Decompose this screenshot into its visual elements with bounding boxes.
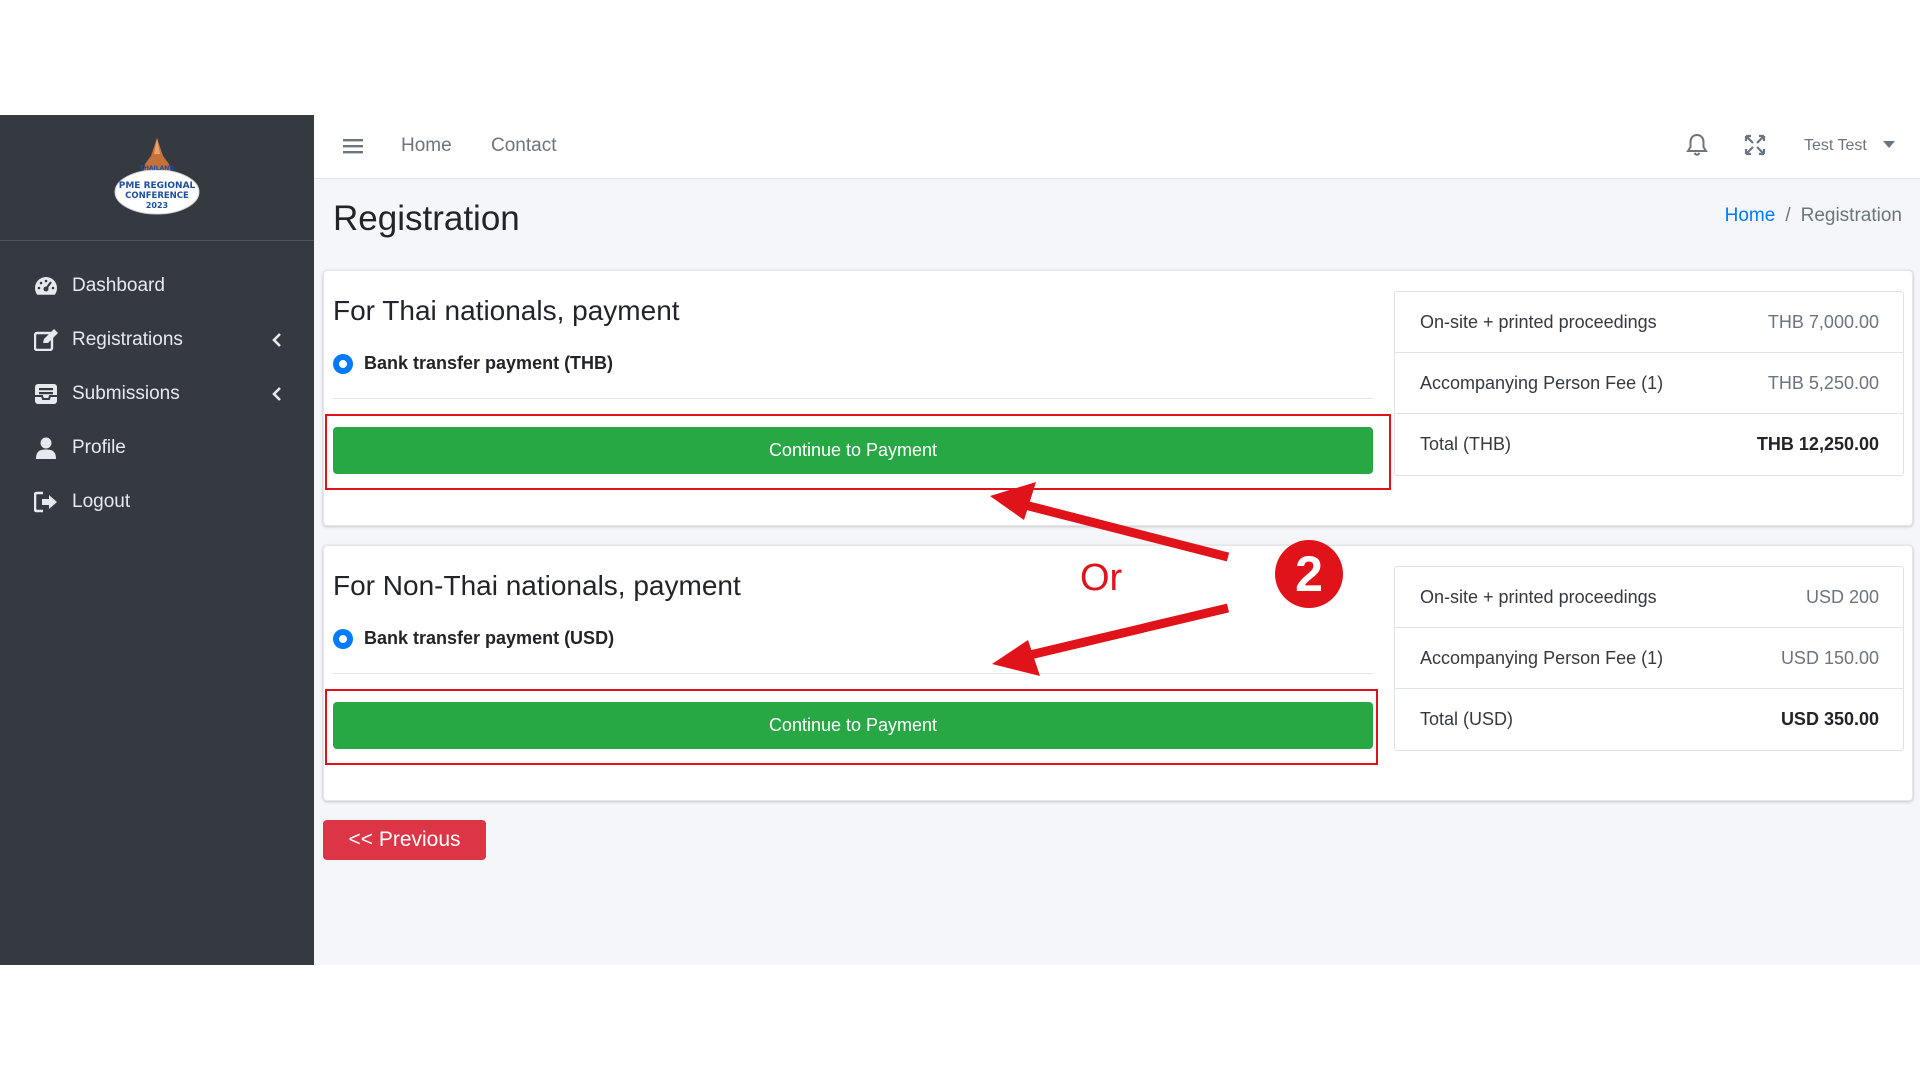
nonthai-card-title: For Non-Thai nationals, payment [333, 570, 741, 601]
inbox-icon [34, 382, 58, 406]
radio-selected-icon[interactable] [333, 353, 353, 374]
fullscreen-icon[interactable] [1744, 134, 1766, 156]
fee-label: Total (THB) [1420, 434, 1512, 454]
thai-payment-card: For Thai nationals, payment Bank transfe… [323, 270, 1913, 526]
fee-amount: USD 200 [1805, 586, 1879, 607]
fee-total-amount: USD 350.00 [1780, 709, 1879, 729]
radio-label: Bank transfer payment (THB) [364, 353, 614, 373]
app-frame: THAILAND PME REGIONAL CONFERENCE 2023 Da… [0, 115, 1920, 965]
user-icon [34, 436, 58, 460]
fee-label: On-site + printed proceedings [1420, 311, 1657, 332]
top-navbar: Home Contact Test Test [314, 115, 1920, 179]
breadcrumb-separator: / [1785, 205, 1791, 226]
sidebar: THAILAND PME REGIONAL CONFERENCE 2023 Da… [0, 115, 314, 965]
radio-label: Bank transfer payment (USD) [364, 628, 615, 648]
radio-selected-icon[interactable] [333, 628, 353, 649]
fee-label: Accompanying Person Fee (1) [1420, 372, 1664, 393]
breadcrumb-home[interactable]: Home [1725, 205, 1776, 226]
thai-payment-options: For Thai nationals, payment Bank transfe… [333, 271, 1385, 525]
brand[interactable]: THAILAND PME REGIONAL CONFERENCE 2023 [0, 115, 314, 241]
fee-label: Accompanying Person Fee (1) [1420, 647, 1664, 668]
logo-text-country: THAILAND [140, 165, 174, 172]
fee-total-amount: THB 12,250.00 [1756, 434, 1879, 454]
fee-total-row: Total (USD) USD 350.00 [1395, 689, 1903, 750]
page-title: Registration [333, 199, 520, 238]
divider [333, 398, 1373, 399]
chevron-left-icon[interactable] [270, 331, 284, 349]
user-menu[interactable]: Test Test [1804, 137, 1867, 155]
logo-text-subtitle: CONFERENCE [125, 191, 189, 201]
sidebar-item-logout[interactable]: Logout [0, 475, 314, 529]
sidebar-item-label: Profile [72, 437, 126, 458]
thai-continue-to-payment-button[interactable]: Continue to Payment [333, 427, 1373, 474]
nav-link-contact[interactable]: Contact [491, 135, 556, 157]
sidebar-item-label: Dashboard [72, 275, 165, 296]
nav-link-home[interactable]: Home [401, 135, 452, 157]
edit-icon [34, 328, 58, 352]
fee-label: Total (USD) [1420, 709, 1514, 729]
previous-button[interactable]: << Previous [323, 820, 486, 860]
nonthai-payment-options: For Non-Thai nationals, payment Bank tra… [333, 546, 1385, 800]
conference-logo-icon[interactable]: THAILAND PME REGIONAL CONFERENCE 2023 [111, 134, 203, 222]
fee-row: Accompanying Person Fee (1) THB 5,250.00 [1395, 353, 1903, 414]
fee-amount: THB 7,000.00 [1767, 311, 1879, 332]
sidebar-item-label: Submissions [72, 383, 180, 404]
tachometer-icon [34, 274, 58, 298]
sidebar-item-profile[interactable]: Profile [0, 421, 314, 475]
fee-row: Accompanying Person Fee (1) USD 150.00 [1395, 628, 1903, 689]
fee-amount: THB 5,250.00 [1767, 372, 1879, 393]
breadcrumb: Home / Registration [1725, 205, 1902, 227]
thai-fee-summary: On-site + printed proceedings THB 7,000.0… [1394, 291, 1904, 476]
sidebar-item-label: Registrations [72, 329, 183, 350]
fee-row: On-site + printed proceedings USD 200 [1395, 567, 1903, 628]
sidebar-item-registrations[interactable]: Registrations [0, 313, 314, 367]
caret-down-icon[interactable] [1882, 139, 1896, 149]
sidebar-item-label: Logout [72, 491, 131, 512]
nonthai-payment-card: For Non-Thai nationals, payment Bank tra… [323, 545, 1913, 801]
hamburger-menu-icon[interactable] [342, 135, 364, 157]
bell-icon[interactable] [1686, 133, 1708, 157]
fee-label: On-site + printed proceedings [1420, 586, 1657, 607]
nonthai-bank-transfer-option[interactable]: Bank transfer payment (USD) [333, 628, 614, 649]
divider [333, 673, 1373, 674]
nonthai-continue-to-payment-button[interactable]: Continue to Payment [333, 702, 1373, 749]
chevron-left-icon[interactable] [270, 385, 284, 403]
logo-text-year: 2023 [146, 201, 168, 210]
breadcrumb-current: Registration [1800, 205, 1902, 226]
fee-amount: USD 150.00 [1780, 647, 1879, 668]
thai-card-title: For Thai nationals, payment [333, 295, 680, 326]
fee-row: On-site + printed proceedings THB 7,000.0… [1395, 292, 1903, 353]
nonthai-fee-summary: On-site + printed proceedings USD 200 Acc… [1394, 566, 1904, 751]
fee-total-row: Total (THB) THB 12,250.00 [1395, 414, 1903, 475]
thai-bank-transfer-option[interactable]: Bank transfer payment (THB) [333, 353, 613, 374]
logo-text-title: PME REGIONAL [119, 181, 196, 191]
sidebar-item-submissions[interactable]: Submissions [0, 367, 314, 421]
sign-out-icon [34, 490, 58, 514]
sidebar-nav: Dashboard Registrations Submissions Prof… [0, 241, 314, 529]
sidebar-item-dashboard[interactable]: Dashboard [0, 259, 314, 313]
